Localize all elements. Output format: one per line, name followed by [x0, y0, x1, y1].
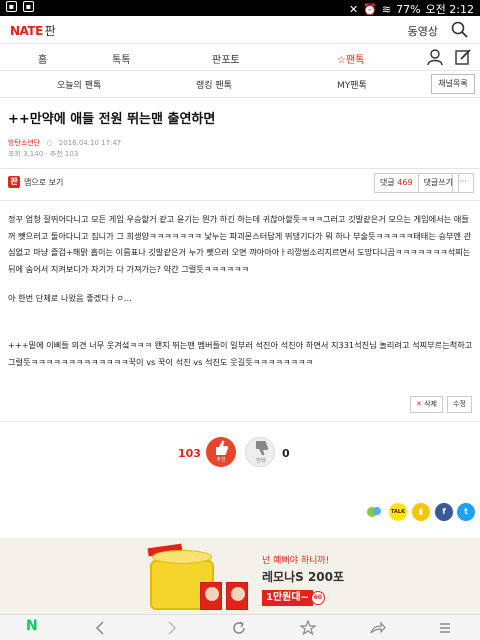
comment-buttons: 댓글 469 댓글쓰기	[374, 173, 460, 193]
comment-label: 댓글	[380, 178, 395, 187]
kakaotalk-icon[interactable]: TALK	[389, 503, 407, 521]
video-link[interactable]: 동영상	[408, 23, 438, 39]
delete-label: 삭제	[424, 400, 437, 408]
mute-icon: ✕	[348, 2, 359, 16]
back-icon[interactable]	[92, 619, 110, 637]
clock: 오전 2:12	[425, 3, 474, 16]
image-icon: ▪	[23, 1, 34, 12]
top-bar: NATE 판 동영상	[0, 16, 480, 44]
sub-tab-my[interactable]: MY팬톡	[337, 78, 367, 91]
nate-logo[interactable]: NATE 판	[10, 22, 56, 39]
facebook-icon[interactable]: f	[435, 503, 453, 521]
sub-tab-ranking[interactable]: 랭킹 팬톡	[196, 78, 232, 91]
post-meta: 방탄소년단 ○ 2016.04.10 17:47	[8, 138, 121, 148]
forward-icon[interactable]	[162, 619, 180, 637]
more-button[interactable]: ···	[452, 173, 474, 193]
user-icon[interactable]	[425, 47, 445, 67]
star-icon: ☆	[337, 55, 346, 66]
ad-banner[interactable]	[0, 538, 480, 614]
post-paragraph: 아 한번 단체로 나왔음 좋겠다ㅏㅇ...	[8, 293, 132, 303]
app-view-label: 앱으로 보기	[24, 177, 64, 187]
status-bar: ▪ ▪ ✕ ⏰ ≋ 77% 오전 2:12	[0, 0, 480, 16]
alarm-icon: ⏰	[363, 2, 377, 16]
twitter-icon[interactable]: t	[457, 503, 475, 521]
delete-icon: ✕	[416, 400, 422, 408]
vote-down-label: 반대	[256, 458, 266, 464]
product-pack	[200, 582, 222, 610]
main-nav: 홈 톡톡 판포토 ☆팬톡	[0, 44, 480, 71]
tab-panphoto[interactable]: 판포토	[212, 51, 240, 66]
refresh-icon[interactable]	[230, 619, 248, 637]
naver-icon[interactable]: N	[26, 618, 38, 634]
section-name: 판	[44, 24, 56, 38]
product-pack	[226, 582, 248, 610]
battery-level: 77%	[396, 2, 421, 16]
vote-up-count: 103	[178, 447, 201, 460]
ad-price-text: 1만원대~	[262, 590, 313, 606]
bookmark-star-icon[interactable]	[299, 619, 317, 637]
edit-button[interactable]: 수정	[447, 396, 472, 413]
vote-down-count: 0	[282, 447, 290, 460]
comment-count: 469	[397, 178, 413, 187]
wifi-icon: ≋	[381, 2, 392, 16]
post-date: 2016.04.10 17:47	[58, 139, 122, 147]
channel-list-button[interactable]: 채널목록	[431, 74, 475, 94]
divider	[0, 168, 480, 169]
kakaostory-icon[interactable]: ▮	[412, 503, 430, 521]
ad-tagline: 넌 예뻐야 하니까!	[262, 556, 330, 566]
browser-toolbar: N	[0, 614, 480, 640]
thumbs-up-icon	[216, 440, 229, 455]
post-paragraph: +++밑에 이삐들 의견 너무 웃겨섴ㅋㅋㅋ 왠지 뛰는맨 멤버들이 일부러 석…	[8, 340, 475, 367]
image-icon: ▪	[6, 1, 17, 12]
search-icon[interactable]	[450, 20, 470, 40]
post-title: ++만약에 애들 전원 뛰는맨 출연하면	[8, 112, 216, 127]
author-link[interactable]: 방탄소년단	[8, 139, 40, 147]
product-lid	[152, 550, 212, 564]
comment-button[interactable]: 댓글 469	[375, 174, 419, 192]
logo-text: NATE	[10, 24, 43, 38]
divider	[0, 200, 480, 201]
ad-product: 레모나S 200포	[262, 570, 345, 584]
sub-tab-today[interactable]: 오늘의 팬톡	[57, 78, 101, 91]
vote-up-button[interactable]: 추천	[206, 437, 236, 467]
menu-icon[interactable]	[436, 619, 454, 637]
sub-nav: 오늘의 팬톡 랭킹 팬톡 MY팬톡 채널목록	[0, 71, 480, 98]
divider	[0, 421, 480, 422]
delete-button[interactable]: ✕ 삭제	[410, 396, 443, 413]
write-icon[interactable]	[453, 47, 473, 67]
share-icon[interactable]	[368, 619, 386, 637]
post-paragraph: 정꾸 엄청 잘뛰어다니고 모든 게임 우승할거 같고 윤기는 뭔가 하긴 하는데…	[8, 214, 473, 274]
ad-badge: 60	[310, 591, 325, 605]
vote-down-button[interactable]: 반대	[245, 437, 275, 467]
model-face	[205, 587, 219, 601]
line-icon[interactable]	[366, 503, 384, 521]
post-stats: 조회 3,140 · 추천 103	[8, 150, 79, 158]
thumbs-down-icon	[256, 441, 269, 456]
model-face	[231, 587, 245, 601]
tab-home[interactable]: 홈	[38, 51, 47, 66]
app-icon: 판	[8, 176, 20, 188]
tab-fantalk-label: 팬톡	[345, 55, 365, 66]
app-view-link[interactable]: 판 앱으로 보기	[8, 176, 63, 188]
vote-up-label: 추천	[216, 457, 226, 463]
tab-fantalk[interactable]: ☆팬톡	[337, 51, 364, 66]
line-graphic	[367, 507, 381, 517]
ad-price: 1만원대~ 60	[262, 590, 325, 606]
lock-icon: ○	[46, 139, 53, 147]
tab-toktok[interactable]: 톡톡	[112, 51, 130, 66]
